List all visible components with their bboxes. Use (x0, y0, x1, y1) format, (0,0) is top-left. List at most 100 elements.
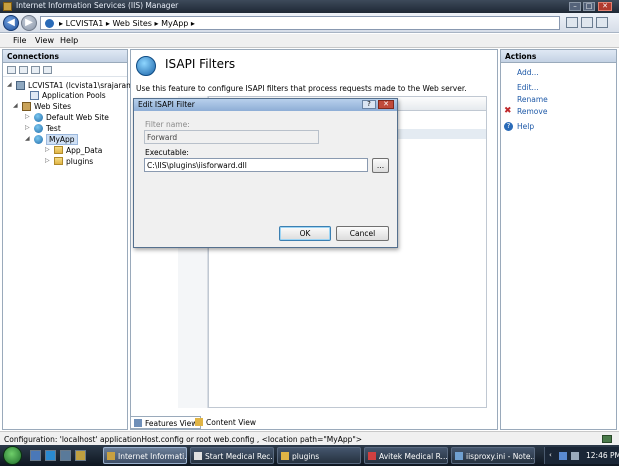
clock[interactable]: 12:46 PM (586, 451, 619, 460)
tree-label-web-sites: Web Sites (34, 102, 72, 111)
close-button[interactable]: ✕ (598, 2, 612, 11)
executable-label: Executable: (145, 148, 189, 157)
help-icon[interactable] (596, 17, 608, 28)
tree-label-app-data: App_Data (66, 146, 103, 155)
help-circle-icon: ? (504, 122, 513, 131)
iis-app-icon (3, 2, 12, 11)
breadcrumb-item-myapp[interactable]: MyApp (161, 19, 188, 28)
volume-icon[interactable] (571, 452, 579, 460)
window-title: Internet Information Services (IIS) Mana… (16, 1, 179, 10)
executable-field[interactable]: C:\IIS\plugins\iisforward.dll (144, 158, 368, 172)
task-label-start-medical: Start Medical Rec... (205, 452, 274, 461)
task-iis-manager[interactable]: Internet Informati... (103, 447, 187, 464)
explorer-icon[interactable] (75, 450, 86, 461)
tree-label-test: Test (46, 124, 61, 133)
expand-icon[interactable]: ▷ (45, 146, 50, 153)
breadcrumb-item-server[interactable]: LCVISTA1 (66, 19, 104, 28)
menu-bar: File View Help (0, 34, 619, 48)
action-remove[interactable]: Remove (517, 107, 547, 116)
dialog-title: Edit ISAPI Filter (138, 100, 195, 109)
connections-pane: Connections ◢ LCVISTA1 (lcvista1\srajara… (2, 49, 136, 430)
page-title: ISAPI Filters (165, 57, 236, 71)
network-icon[interactable] (559, 452, 567, 460)
globe-icon (34, 135, 43, 144)
remove-icon: ✖ (504, 106, 512, 116)
isapi-filters-icon (136, 56, 156, 76)
maximize-button[interactable]: □ (583, 2, 595, 11)
address-bar: ◀ ▶ ▸ LCVISTA1 ▸ Web Sites ▸ MyApp ▸ (0, 13, 619, 33)
globe-icon (34, 124, 43, 133)
breadcrumb-item-web-sites[interactable]: Web Sites (112, 19, 152, 28)
forward-button[interactable]: ▶ (21, 15, 37, 31)
features-view-icon (134, 419, 142, 427)
content-view-icon (195, 418, 203, 426)
action-edit[interactable]: Edit... (517, 83, 539, 92)
system-tray: ‹ 12:46 PM (544, 447, 619, 464)
breadcrumb-sep-1: ▸ (105, 19, 110, 28)
breadcrumb-sep-3: ▸ (190, 19, 195, 28)
taskbar: Internet Informati... Start Medical Rec.… (0, 445, 619, 466)
expand-icon[interactable]: ▷ (25, 113, 30, 120)
menu-help[interactable]: Help (60, 36, 78, 45)
start-button[interactable] (3, 446, 22, 465)
folder-task-icon (281, 452, 289, 460)
save-icon[interactable] (19, 66, 28, 74)
feature-description: Use this feature to configure ISAPI filt… (136, 84, 467, 93)
iis-task-icon (107, 452, 115, 460)
expand-icon[interactable]: ▷ (25, 124, 30, 131)
collapse-icon[interactable]: ◢ (7, 81, 12, 88)
connect-icon[interactable] (7, 66, 16, 74)
cancel-button[interactable]: Cancel (336, 226, 389, 241)
tree-label-default-site: Default Web Site (46, 113, 109, 122)
collapse-icon[interactable]: ◢ (25, 135, 30, 142)
browse-button[interactable]: ... (372, 158, 389, 173)
ie-icon[interactable] (45, 450, 56, 461)
action-add[interactable]: Add... (517, 68, 539, 77)
globe-icon (34, 113, 43, 122)
dialog-help-button[interactable]: ? (362, 100, 376, 109)
task-label-plugins: plugins (292, 452, 320, 461)
window-title-bar: Internet Information Services (IIS) Mana… (0, 0, 619, 13)
tab-features-view[interactable]: Features View (130, 416, 202, 429)
menu-view[interactable]: View (35, 36, 54, 45)
ok-button[interactable]: OK (279, 226, 331, 241)
action-help[interactable]: Help (517, 122, 534, 131)
connections-header: Connections (3, 50, 127, 63)
folder-icon (54, 157, 63, 165)
breadcrumb-sep-2: ▸ (154, 19, 159, 28)
menu-file[interactable]: File (13, 36, 26, 45)
tree-label-app-pools: Application Pools (42, 91, 106, 100)
breadcrumb[interactable]: ▸ LCVISTA1 ▸ Web Sites ▸ MyApp ▸ (40, 16, 560, 30)
expand-icon[interactable]: ▷ (45, 157, 50, 164)
app-pools-icon (30, 91, 39, 100)
back-button[interactable]: ◀ (3, 15, 19, 31)
status-bar: Configuration: 'localhost' applicationHo… (0, 431, 619, 445)
show-desktop-icon[interactable] (30, 450, 41, 461)
task-start-medical[interactable]: Start Medical Rec... (190, 447, 274, 464)
refresh-icon[interactable] (566, 17, 578, 28)
tab-content-view[interactable]: Content View (192, 416, 259, 429)
task-label-iis: Internet Informati... (118, 452, 187, 461)
filter-name-field[interactable]: Forward (144, 130, 319, 144)
dialog-close-button[interactable]: ✕ (378, 100, 394, 109)
task-avitek[interactable]: Avitek Medical R... (364, 447, 448, 464)
tray-chevron-icon[interactable]: ‹ (549, 451, 552, 459)
delete-connection-icon[interactable] (43, 66, 52, 74)
breadcrumb-path: ▸ LCVISTA1 ▸ Web Sites ▸ MyApp ▸ (59, 19, 195, 28)
edit-isapi-filter-dialog: Edit ISAPI Filter ? ✕ Filter name: Forwa… (133, 98, 398, 248)
task-plugins[interactable]: plugins (277, 447, 361, 464)
minimize-button[interactable]: – (569, 2, 581, 11)
stop-icon[interactable] (581, 17, 593, 28)
task-notepad[interactable]: iisproxy.ini - Note... (451, 447, 535, 464)
collapse-icon[interactable]: ◢ (13, 102, 18, 109)
browser-task-icon (368, 452, 376, 460)
add-connection-icon[interactable] (31, 66, 40, 74)
tree-label-server: LCVISTA1 (lcvista1\srajaram) (28, 81, 137, 90)
task-label-notepad: iisproxy.ini - Note... (466, 452, 535, 461)
server-icon (16, 81, 25, 90)
action-rename[interactable]: Rename (517, 95, 548, 104)
filter-name-label: Filter name: (145, 120, 190, 129)
breadcrumb-sep-0: ▸ (59, 19, 64, 28)
switch-windows-icon[interactable] (60, 450, 71, 461)
server-icon (45, 19, 54, 28)
